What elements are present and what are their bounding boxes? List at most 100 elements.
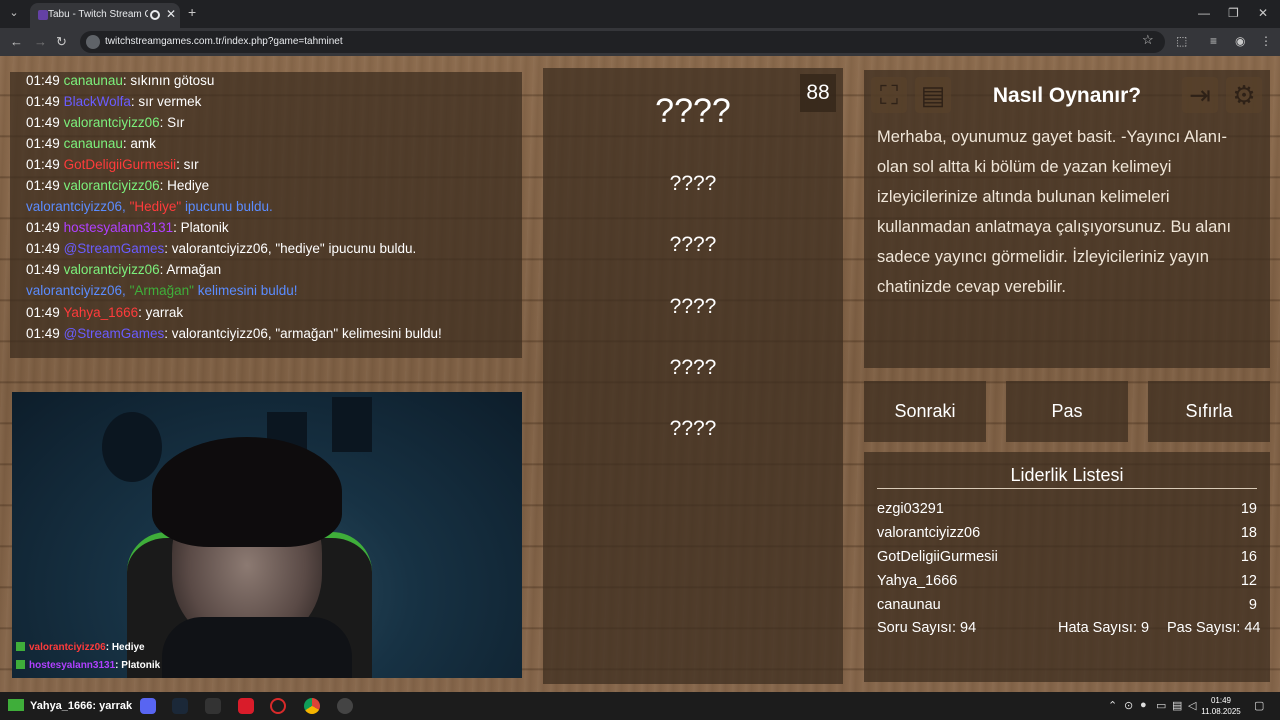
- browser-tab-bar: ⌄ Tabu - Twitch Stream Games ✕ + — ❐ ✕: [0, 0, 1280, 28]
- chat-message: 01:49 valorantciyizz06: Hediye: [26, 178, 209, 193]
- tab-close-icon[interactable]: ✕: [166, 7, 176, 21]
- reload-icon[interactable]: ↻: [56, 34, 67, 50]
- chat-username[interactable]: GotDeligiiGurmesii: [64, 157, 177, 172]
- chat-timestamp: 01:49: [26, 178, 60, 193]
- leaderboard-row: valorantciyizz06 18: [877, 525, 1257, 541]
- forbidden-word: ????: [669, 356, 717, 379]
- chat-username[interactable]: canaunau: [64, 73, 123, 88]
- discord-icon[interactable]: [140, 698, 156, 714]
- chat-message: 01:49 Yahya_1666: yarrak: [26, 305, 183, 320]
- chat-timestamp: 01:49: [26, 73, 60, 88]
- leaderboard-row: ezgi03291 19: [877, 501, 1257, 517]
- chat-username[interactable]: valorantciyizz06: [64, 262, 160, 277]
- chat-message: 01:49 BlackWolfa: sır vermek: [26, 94, 201, 109]
- player-score: 18: [1240, 525, 1257, 541]
- extensions-icon[interactable]: ⬚: [1176, 34, 1187, 48]
- obs-icon[interactable]: [337, 698, 353, 714]
- system-message-text: ipucunu buldu.: [184, 199, 273, 214]
- taskbar: Yahya_1666: yarrak ⌃ ⊙ ● ▭ ▤ ◁ 01:49 11.…: [0, 692, 1280, 720]
- chat-timestamp: 01:49: [26, 305, 60, 320]
- tab-search-icon[interactable]: ⌄: [6, 5, 22, 21]
- fullscreen-icon[interactable]: ⛶: [871, 77, 907, 113]
- chat-timestamp: 01:49: [26, 326, 60, 341]
- chrome-icon[interactable]: [304, 698, 320, 714]
- overlay-username: hostesyalann3131: [29, 660, 116, 671]
- player-name: GotDeligiiGurmesii: [877, 549, 998, 565]
- network-icon[interactable]: ▤: [1172, 699, 1182, 712]
- steam-icon[interactable]: [172, 698, 188, 714]
- chat-timestamp: 01:49: [26, 115, 60, 130]
- reset-button[interactable]: Sıfırla: [1148, 381, 1270, 442]
- back-icon[interactable]: ←: [10, 34, 23, 49]
- gear-icon[interactable]: ⚙: [1226, 77, 1262, 113]
- tray-expand-icon[interactable]: ⌃: [1108, 699, 1117, 712]
- chat-username[interactable]: hostesyalann3131: [64, 220, 174, 235]
- chat-text: : sır vermek: [130, 94, 202, 109]
- taskbar-chat-user: Yahya_1666: [30, 700, 93, 712]
- forbidden-word: ????: [669, 233, 717, 256]
- chat-message: 01:49 @StreamGames: valorantciyizz06, "a…: [26, 326, 442, 341]
- browser-tab[interactable]: Tabu - Twitch Stream Games ✕: [30, 3, 180, 28]
- next-button[interactable]: Sonraki: [864, 381, 986, 442]
- chat-username[interactable]: @StreamGames: [64, 326, 165, 341]
- chat-username[interactable]: @StreamGames: [64, 241, 165, 256]
- overlay-username: valorantciyizz06: [29, 642, 106, 653]
- chat-username[interactable]: canaunau: [64, 136, 123, 151]
- overlay-text: : Platonik: [115, 660, 161, 671]
- opera-icon[interactable]: [270, 698, 286, 714]
- divider: [877, 488, 1257, 489]
- notification-icon[interactable]: ▢: [1254, 699, 1264, 712]
- game-page: 01:49 canaunau: sıkının götosu 01:49 Blac…: [0, 56, 1280, 692]
- question-count: Soru Sayısı: 94: [877, 620, 977, 636]
- chat-username[interactable]: BlackWolfa: [64, 94, 131, 109]
- media-icon[interactable]: ≡: [1210, 34, 1217, 48]
- chat-text: : sıkının götosu: [122, 73, 215, 88]
- chat-username[interactable]: valorantciyizz06,: [26, 199, 126, 214]
- new-tab-icon[interactable]: +: [188, 4, 196, 20]
- chat-username[interactable]: valorantciyizz06: [64, 178, 160, 193]
- volume-icon[interactable]: ◁: [1188, 699, 1196, 712]
- chat-username[interactable]: valorantciyizz06: [64, 115, 160, 130]
- site-info-icon[interactable]: [86, 35, 100, 49]
- system-clock[interactable]: 01:49 11.08.2025: [1198, 695, 1244, 717]
- found-word: "Hediye": [129, 199, 182, 214]
- restore-icon[interactable]: ❐: [1228, 6, 1239, 20]
- tray-icon[interactable]: ⊙: [1124, 699, 1133, 712]
- overlay-chat-message: hostesyalann3131: Platonik: [16, 660, 160, 671]
- chat-username[interactable]: Yahya_1666: [63, 305, 138, 320]
- display-icon[interactable]: ▭: [1156, 699, 1166, 712]
- menu-icon[interactable]: ⋮: [1260, 34, 1272, 48]
- chat-badge-icon: [16, 642, 25, 651]
- chat-message: 01:49 GotDeligiiGurmesii: sır: [26, 157, 199, 172]
- close-window-icon[interactable]: ✕: [1258, 6, 1268, 20]
- player-score: 12: [1240, 573, 1257, 589]
- epic-games-icon[interactable]: [205, 698, 221, 714]
- microphone-icon[interactable]: ●: [1140, 699, 1147, 711]
- streamer-hair: [152, 437, 342, 547]
- leaderboard-title: Liderlik Listesi: [1010, 465, 1124, 485]
- pass-button[interactable]: Pas: [1006, 381, 1128, 442]
- chat-message: valorantciyizz06, "Armağan" kelimesini b…: [26, 283, 298, 298]
- player-name: canaunau: [877, 597, 941, 613]
- twitch-favicon-icon: [38, 10, 48, 20]
- bookmark-star-icon[interactable]: ☆: [1142, 32, 1154, 48]
- player-score: 16: [1240, 549, 1257, 565]
- forward-icon[interactable]: →: [34, 34, 47, 49]
- profile-icon[interactable]: ◉: [1235, 34, 1245, 48]
- leaderboard-row: Yahya_1666 12: [877, 573, 1257, 589]
- found-word: "Armağan": [129, 283, 194, 298]
- chat-message: 01:49 canaunau: sıkının götosu: [26, 73, 214, 88]
- url-field[interactable]: twitchstreamgames.com.tr/index.php?game=…: [80, 31, 1165, 53]
- leaderboard-row: canaunau 9: [877, 597, 1257, 613]
- chat-text: : sır: [176, 157, 199, 172]
- logout-icon[interactable]: ⇥: [1182, 77, 1218, 113]
- document-icon[interactable]: ▤: [915, 77, 951, 113]
- tab-title: Tabu - Twitch Stream Games: [48, 9, 148, 20]
- chat-text: : valorantciyizz06, "hediye" ipucunu bul…: [164, 241, 417, 256]
- chat-panel: 01:49 canaunau: sıkının götosu 01:49 Blac…: [10, 72, 522, 358]
- app-icon[interactable]: [238, 698, 254, 714]
- howto-text: Merhaba, oyunumuz gayet basit. -Yayıncı …: [877, 128, 1232, 296]
- clock-date: 11.08.2025: [1201, 707, 1241, 716]
- chat-username[interactable]: valorantciyizz06,: [26, 283, 126, 298]
- minimize-icon[interactable]: —: [1198, 6, 1210, 20]
